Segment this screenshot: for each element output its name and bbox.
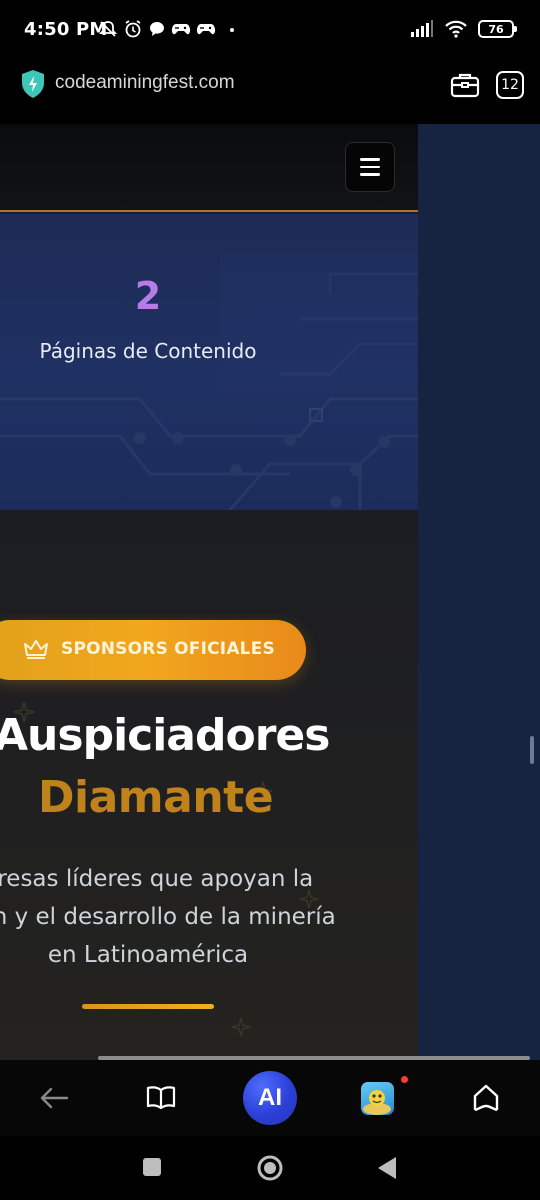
book-icon <box>146 1086 176 1110</box>
back-arrow-icon <box>40 1087 69 1109</box>
toolbox-icon[interactable] <box>450 70 480 100</box>
sparkle-icon <box>231 1017 251 1037</box>
bookmarks-button[interactable] <box>137 1074 185 1122</box>
ai-label: AI <box>258 1084 282 1111</box>
sponsors-section: SPONSORS OFICIALES Auspiciadores Diamant… <box>0 510 418 1060</box>
stat-label: Páginas de Contenido <box>39 339 257 363</box>
browser-bottom-bar: AI <box>0 1060 540 1136</box>
shield-icon[interactable] <box>20 69 46 99</box>
description-line: en Latinoamérica <box>47 942 249 968</box>
back-button[interactable] <box>30 1074 78 1122</box>
badge-label: SPONSORS OFICIALES <box>61 639 275 659</box>
site-header <box>0 124 418 212</box>
system-navigation-bar <box>0 1136 540 1200</box>
vertical-scrollbar[interactable] <box>530 736 534 764</box>
square-icon[interactable] <box>141 1156 163 1178</box>
game-shortcut-icon[interactable] <box>361 1082 394 1115</box>
description-line: presas líderes que apoyan la <box>0 866 314 892</box>
muted-bell-icon <box>98 21 118 37</box>
chat-bubble-icon <box>150 22 164 36</box>
wifi-icon <box>445 20 467 38</box>
accent-divider <box>82 1004 214 1009</box>
browser-url-bar[interactable]: codeaminingfest.com 12 <box>0 60 540 124</box>
home-icon <box>473 1084 499 1112</box>
status-time: 4:50 PM <box>24 19 108 40</box>
battery-indicator: 76 <box>478 20 517 38</box>
alarm-icon <box>125 20 141 38</box>
crown-icon <box>24 640 48 659</box>
notification-icons <box>98 19 216 39</box>
web-viewport[interactable]: 2 Páginas de Contenido SPONSORS OFICIALE… <box>0 124 540 1060</box>
signal-icon <box>411 20 433 37</box>
system-status-icons: 76 <box>410 19 517 39</box>
section-title-highlight: Diamante <box>38 772 274 823</box>
menu-button[interactable] <box>345 142 395 192</box>
description-line: sión y el desarrollo de la minería <box>0 904 336 930</box>
tab-count-button[interactable]: 12 <box>496 71 524 99</box>
sponsors-badge: SPONSORS OFICIALES <box>0 620 306 680</box>
status-dot <box>230 28 234 32</box>
section-title: Auspiciadores <box>0 710 330 761</box>
notification-dot <box>401 1076 408 1083</box>
url-text[interactable]: codeaminingfest.com <box>55 72 235 94</box>
ai-assistant-button[interactable]: AI <box>243 1071 297 1125</box>
triangle-back-icon[interactable] <box>375 1155 399 1181</box>
status-bar: 4:50 PM 76 <box>0 0 540 60</box>
page-overflow-area <box>418 124 540 1060</box>
stats-section: 2 Páginas de Contenido <box>0 214 418 510</box>
game-controller-icon <box>196 24 216 35</box>
home-button[interactable] <box>462 1074 510 1122</box>
game-controller-icon <box>171 24 191 35</box>
section-description: presas líderes que apoyan la sión y el d… <box>0 860 336 974</box>
menu-icon <box>360 158 380 161</box>
circle-icon[interactable] <box>256 1154 284 1182</box>
stat-number: 2 <box>134 274 162 318</box>
